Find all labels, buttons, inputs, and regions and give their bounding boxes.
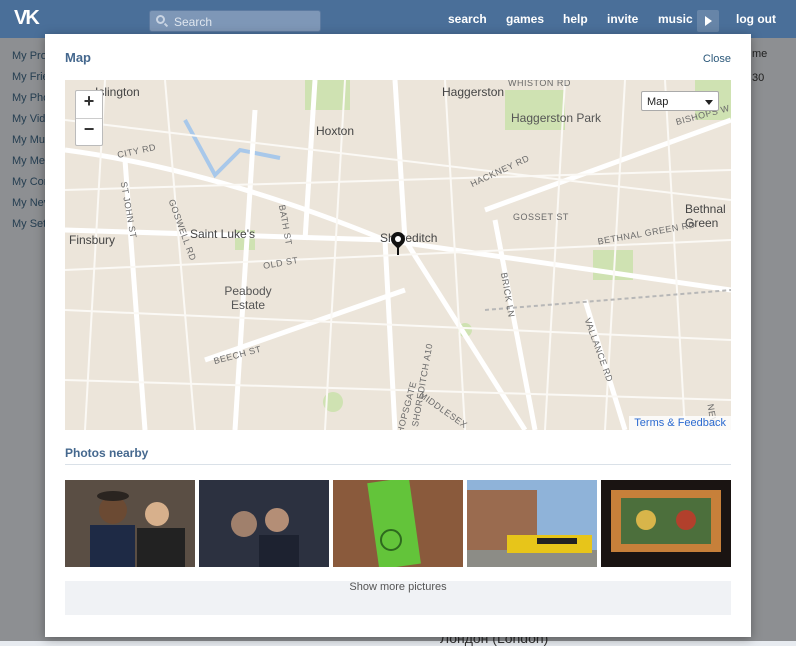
photo-image-1 (65, 480, 195, 567)
location-pin-stem (397, 243, 399, 255)
zoom-control: + − (75, 90, 103, 146)
map-dialog: Map Close Islington Haggerston Haggersto… (45, 34, 751, 637)
dialog-title: Map (65, 50, 91, 65)
photo-image-2 (199, 480, 329, 567)
search-input[interactable] (172, 13, 316, 31)
nav-invite[interactable]: invite (607, 12, 638, 26)
vk-logo[interactable]: VK (14, 7, 52, 29)
photo-thumbnail-1[interactable] (65, 480, 195, 567)
photo-thumbnail-4[interactable] (467, 480, 597, 567)
zoom-out-button[interactable]: − (76, 119, 102, 146)
play-icon[interactable] (697, 10, 719, 32)
map-label-shoreditch: Shoreditch (380, 231, 438, 245)
road-gosset: GOSSET ST (513, 212, 569, 222)
chevron-down-icon (705, 100, 713, 105)
photo-thumbnail-2[interactable] (199, 480, 329, 567)
terms-feedback-link[interactable]: Terms & Feedback (629, 416, 731, 430)
road-whiston: WHISTON RD (508, 80, 571, 88)
nav-search[interactable]: search (448, 12, 487, 26)
nav-music[interactable]: music (658, 12, 693, 26)
search-box[interactable] (149, 10, 321, 32)
map-type-select[interactable]: Map (641, 91, 719, 111)
close-button[interactable]: Close (703, 53, 731, 65)
nav-help[interactable]: help (563, 12, 588, 26)
search-icon (156, 15, 165, 24)
photo-image-4 (467, 480, 597, 567)
divider (65, 464, 731, 465)
show-more-pictures-button[interactable]: Show more pictures (65, 581, 731, 615)
map-label-haggerston: Haggerston (442, 85, 505, 99)
photo-thumbnail-3[interactable] (333, 480, 463, 567)
map-label-haggerston-park: Haggerston Park (511, 111, 602, 125)
top-bar: VK search games help invite music log ou… (0, 0, 796, 38)
map-view[interactable]: Islington Haggerston Haggerston Park Hox… (65, 80, 731, 430)
map-label-finsbury: Finsbury (69, 233, 116, 247)
photo-image-3 (333, 480, 463, 567)
nav-games[interactable]: games (506, 12, 544, 26)
photo-image-5 (601, 480, 731, 567)
zoom-in-button[interactable]: + (76, 91, 102, 119)
map-canvas (65, 80, 731, 430)
photo-thumbnail-5[interactable] (601, 480, 731, 567)
photos-nearby-title: Photos nearby (65, 446, 149, 460)
map-label-saint-lukes: Saint Luke's (190, 227, 255, 241)
map-label-hoxton: Hoxton (316, 124, 355, 138)
map-type-value: Map (647, 96, 669, 108)
map-label-peabody: Peabody Estate (224, 284, 272, 312)
nav-logout[interactable]: log out (736, 12, 776, 26)
